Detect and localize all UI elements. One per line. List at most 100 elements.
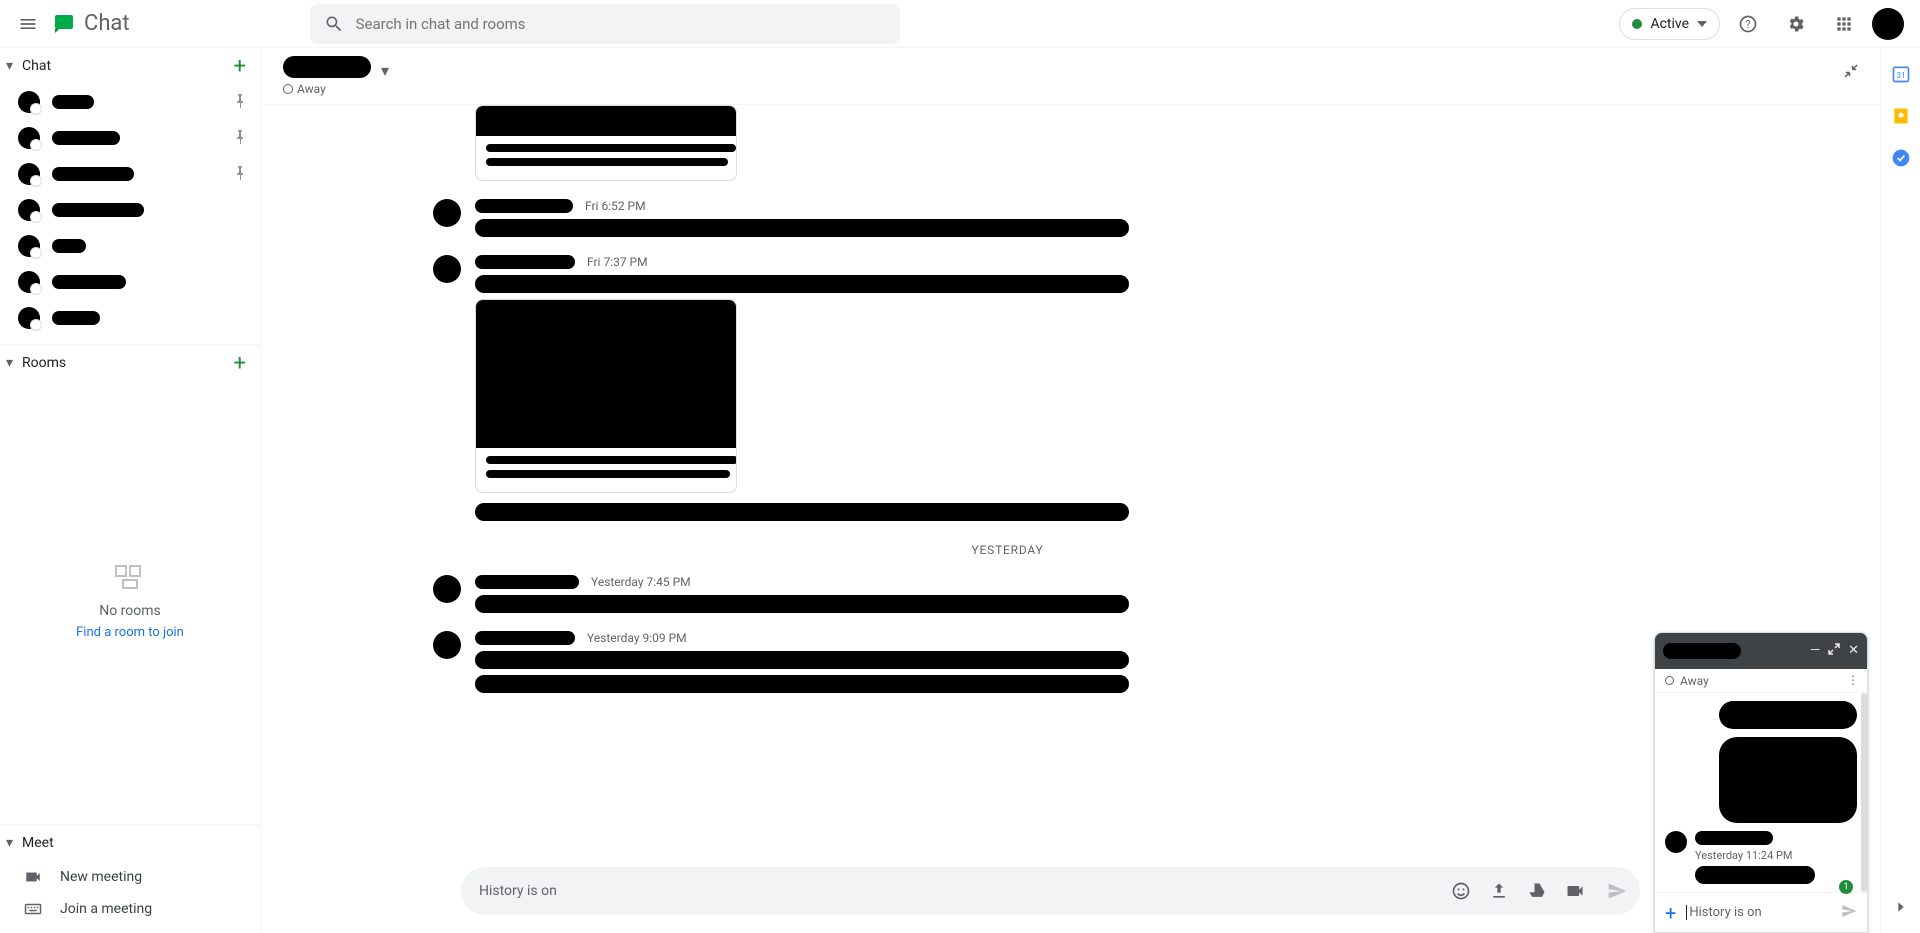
sidebar-chat-item[interactable] (0, 300, 260, 336)
popup-send-button[interactable] (1841, 903, 1857, 923)
status-active-dot-icon (1632, 19, 1642, 29)
conversation-status: Away (283, 82, 389, 96)
new-meeting-button[interactable]: New meeting (0, 861, 260, 893)
attachment-preview (476, 300, 736, 448)
popup-expand-button[interactable] (1828, 643, 1840, 659)
conversation-title (283, 56, 371, 78)
sidebar-chat-item[interactable] (0, 156, 260, 192)
caret-down-icon: ▾ (6, 58, 18, 74)
hamburger-icon (18, 14, 38, 34)
gear-icon (1786, 14, 1806, 34)
emoji-button[interactable] (1444, 874, 1478, 908)
contact-name (52, 311, 100, 325)
sidebar-chat-item[interactable] (0, 228, 260, 264)
message-avatar (433, 199, 461, 227)
rooms-empty-icon (115, 565, 145, 591)
popup-outgoing-message (1719, 701, 1857, 729)
app-logo[interactable]: Chat (52, 11, 130, 36)
popup-scrollbar[interactable] (1861, 693, 1867, 892)
chat-section-header[interactable]: ▾ Chat + (0, 48, 260, 84)
apps-grid-icon (1834, 14, 1854, 34)
attachment-card[interactable] (475, 105, 737, 181)
popup-add-button[interactable]: + (1665, 901, 1676, 925)
contact-avatar (18, 127, 40, 149)
message-sender-name (475, 255, 575, 269)
keep-icon[interactable] (1891, 106, 1911, 126)
attachment-text-line (486, 144, 736, 152)
collapse-button[interactable] (1842, 62, 1860, 84)
attachment-text-line (486, 158, 728, 166)
status-label: Active (1650, 16, 1689, 32)
calendar-icon[interactable]: 31 (1891, 64, 1911, 84)
sidebar-chat-item[interactable] (0, 264, 260, 300)
contact-name (52, 167, 134, 181)
message-avatar (433, 631, 461, 659)
compose-bar[interactable]: History is on (461, 867, 1640, 915)
find-room-link[interactable]: Find a room to join (76, 625, 184, 640)
contact-avatar (18, 235, 40, 257)
video-call-button[interactable] (1558, 874, 1592, 908)
popup-incoming-message: Yesterday 11:24 PM (1665, 831, 1857, 884)
message-avatar (433, 575, 461, 603)
collapse-icon (1842, 62, 1860, 80)
popup-contact-name (1663, 643, 1741, 659)
contact-name (52, 95, 94, 109)
popup-more-button[interactable]: ⋮ (1847, 673, 1859, 687)
main-menu-button[interactable] (8, 4, 48, 44)
contact-name (52, 203, 144, 217)
pin-icon (234, 165, 246, 184)
message-sender-name (475, 631, 575, 645)
video-icon (24, 868, 42, 886)
meet-section-header[interactable]: ▾ Meet (0, 825, 260, 861)
contact-name (52, 275, 126, 289)
caret-down-icon: ▾ (6, 355, 18, 371)
upload-button[interactable] (1482, 874, 1516, 908)
presence-status-button[interactable]: Active (1619, 8, 1720, 40)
chevron-right-icon (1893, 899, 1909, 915)
sidebar-chat-item[interactable] (0, 120, 260, 156)
popup-sender-name (1695, 831, 1773, 845)
attachment-card[interactable] (475, 299, 737, 493)
message-text (475, 651, 1129, 669)
new-chat-button[interactable]: + (234, 54, 246, 79)
new-room-button[interactable]: + (234, 351, 246, 376)
help-button[interactable]: ? (1728, 4, 1768, 44)
date-divider: YESTERDAY (475, 543, 1880, 557)
settings-button[interactable] (1776, 4, 1816, 44)
search-input[interactable] (356, 15, 886, 33)
message-text (475, 675, 1129, 693)
popup-close-button[interactable]: ✕ (1848, 643, 1859, 659)
popup-outgoing-message (1719, 737, 1857, 823)
messages-pane[interactable]: Fri 6:52 PMFri 7:37 PMYESTERDAYYesterday… (261, 105, 1880, 867)
send-button[interactable] (1600, 874, 1634, 908)
popup-header[interactable]: — ✕ (1655, 633, 1867, 669)
join-meeting-button[interactable]: Join a meeting (0, 893, 260, 925)
tasks-icon[interactable] (1891, 148, 1911, 168)
caret-down-icon (1697, 19, 1707, 29)
message-group: Yesterday 7:45 PM (475, 575, 1880, 613)
popup-incoming-text (1695, 866, 1815, 884)
popup-minimize-button[interactable]: — (1810, 643, 1820, 659)
account-avatar[interactable] (1872, 8, 1904, 40)
contact-avatar (18, 91, 40, 113)
send-icon (1607, 881, 1627, 901)
sidebar-chat-item[interactable] (0, 192, 260, 228)
message-timestamp: Fri 7:37 PM (587, 255, 648, 269)
rooms-section-header[interactable]: ▾ Rooms + (0, 345, 260, 381)
pin-icon (234, 129, 246, 148)
side-panel-toggle[interactable] (1889, 895, 1913, 919)
message-sender-name (475, 575, 579, 589)
popup-compose[interactable]: + History is on (1655, 892, 1867, 932)
send-icon (1841, 903, 1857, 919)
attachment-text-line (486, 456, 737, 464)
svg-text:31: 31 (1896, 71, 1905, 81)
sidebar-chat-item[interactable] (0, 84, 260, 120)
popup-compose-placeholder: History is on (1686, 905, 1831, 920)
apps-button[interactable] (1824, 4, 1864, 44)
conversation-menu-button[interactable]: ▾ (381, 61, 389, 80)
search-bar[interactable] (310, 4, 900, 44)
drive-button[interactable] (1520, 874, 1554, 908)
product-name: Chat (84, 11, 130, 36)
app-header: Chat Active ? (0, 0, 1920, 48)
popup-messages[interactable]: Yesterday 11:24 PM (1655, 693, 1867, 892)
